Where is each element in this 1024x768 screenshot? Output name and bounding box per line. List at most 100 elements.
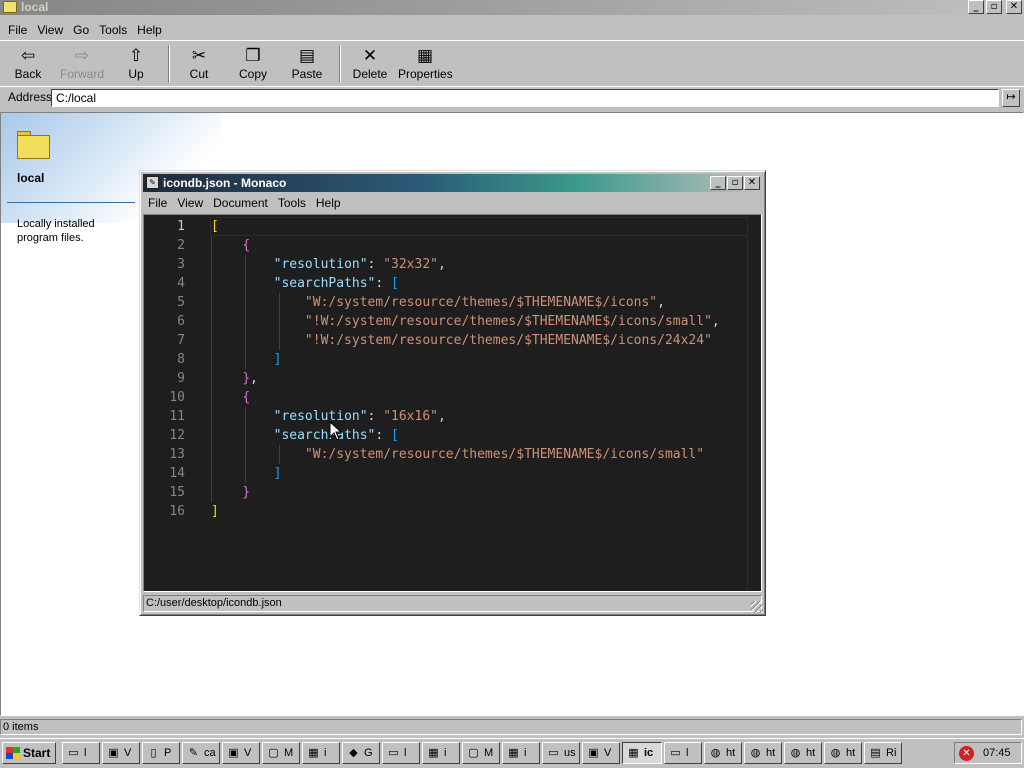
indent-guide	[211, 445, 212, 464]
properties-label: Properties	[398, 67, 453, 81]
menu-tools[interactable]: Tools	[94, 20, 132, 40]
code-area[interactable]: [ { "resolution": "32x32", "searchPaths"…	[211, 217, 761, 521]
code-line[interactable]: },	[211, 369, 761, 388]
maximize-button[interactable]: ▫	[986, 0, 1002, 14]
minimize-button[interactable]: _	[968, 0, 984, 14]
editor-menu-document[interactable]: Document	[208, 193, 273, 213]
line-number: 6	[177, 314, 185, 329]
address-input[interactable]: C:/local	[51, 89, 999, 107]
code-token: "searchPaths"	[273, 428, 376, 443]
code-line[interactable]: {	[211, 388, 761, 407]
taskbar-button[interactable]: ▦ i	[502, 742, 540, 764]
code-line[interactable]: "!W:/system/resource/themes/$THEMENAME$/…	[211, 331, 761, 350]
line-number: 12	[169, 428, 185, 443]
taskbar-button[interactable]: ▦ ic	[622, 742, 662, 764]
code-line[interactable]: "W:/system/resource/themes/$THEMENAME$/i…	[211, 445, 761, 464]
delete-x-icon: ✕	[362, 46, 378, 66]
taskbar-button[interactable]: ▣ V	[222, 742, 260, 764]
start-button[interactable]: Start	[2, 742, 56, 764]
code-token: :	[375, 276, 392, 291]
go-button[interactable]: ↦	[1002, 89, 1020, 107]
editor-close-button[interactable]: ✕	[744, 176, 760, 190]
taskbar-button-label: ht	[766, 747, 776, 759]
error-icon[interactable]: ✕	[959, 746, 974, 761]
editor-menu-file[interactable]: File	[143, 193, 172, 213]
code-line[interactable]: }	[211, 483, 761, 502]
paste-button[interactable]: ▤ Paste	[281, 45, 333, 81]
taskbar-button[interactable]: ▣ V	[582, 742, 620, 764]
taskbar-button[interactable]: ▭ l	[62, 742, 100, 764]
code-line[interactable]: "W:/system/resource/themes/$THEMENAME$/i…	[211, 293, 761, 312]
back-button[interactable]: ⇦ Back	[2, 45, 54, 81]
editor-minimize-button[interactable]: _	[710, 176, 726, 190]
copy-button[interactable]: ❐ Copy	[227, 45, 279, 81]
code-token: ,	[438, 257, 446, 272]
indent-guide	[211, 274, 212, 293]
taskbar-button[interactable]: ▦ i	[422, 742, 460, 764]
taskbar-button-label: ic	[644, 747, 654, 759]
editor-menu-help[interactable]: Help	[311, 193, 346, 213]
taskbar-button[interactable]: ◍ ht	[824, 742, 862, 764]
code-line[interactable]: "resolution": "16x16",	[211, 407, 761, 426]
code-editor[interactable]: 1 2 3 4 5 6 7 8 9 10 11 12 13 14 15 16 [ { "resolution"…	[143, 214, 762, 592]
resize-grip[interactable]	[751, 601, 763, 613]
taskbar-button[interactable]: ▢ M	[462, 742, 500, 764]
back-arrow-icon: ⇦	[20, 46, 36, 66]
menu-help[interactable]: Help	[132, 20, 167, 40]
close-button[interactable]: ✕	[1006, 0, 1022, 14]
code-line[interactable]: {	[211, 236, 761, 255]
folder-icon: ▭	[670, 746, 681, 760]
code-line[interactable]: "searchPaths": [	[211, 274, 761, 293]
editor-window[interactable]: ✎ icondb.json - Monaco _ ▫ ✕ File View D…	[139, 170, 766, 616]
taskbar-button[interactable]: ◍ ht	[704, 742, 742, 764]
up-button[interactable]: ⇧ Up	[110, 45, 162, 81]
taskbar-button[interactable]: ▦ i	[302, 742, 340, 764]
taskbar-button[interactable]: ◍ ht	[744, 742, 782, 764]
indent-guide	[211, 464, 212, 483]
taskbar-button[interactable]: ▭ l	[664, 742, 702, 764]
menu-view[interactable]: View	[32, 20, 68, 40]
taskbar-button[interactable]: ▯ P	[142, 742, 180, 764]
code-token: :	[375, 428, 392, 443]
windows-logo-icon	[6, 747, 20, 759]
folder-icon: ▭	[68, 746, 79, 760]
indent-guide	[245, 426, 246, 445]
explorer-title-bar[interactable]: local _ ▫ ✕	[0, 0, 1024, 15]
editor-title-bar[interactable]: ✎ icondb.json - Monaco _ ▫ ✕	[143, 174, 762, 192]
taskbar-button[interactable]: ▭ l	[382, 742, 420, 764]
code-line[interactable]: "searchPaths": [	[211, 426, 761, 445]
forward-button[interactable]: ⇨ Forward	[56, 45, 108, 81]
editor-scrollbar[interactable]	[747, 215, 761, 591]
taskbar-button[interactable]: ◆ G	[342, 742, 380, 764]
taskbar-button-label: i	[324, 747, 327, 759]
line-number: 8	[177, 352, 185, 367]
code-line[interactable]: "!W:/system/resource/themes/$THEMENAME$/…	[211, 312, 761, 331]
menu-file[interactable]: File	[3, 20, 32, 40]
editor-menu-view[interactable]: View	[172, 193, 208, 213]
code-line[interactable]: ]	[211, 350, 761, 369]
code-line[interactable]: "resolution": "32x32",	[211, 255, 761, 274]
editor-menu-tools[interactable]: Tools	[273, 193, 311, 213]
editor-maximize-button[interactable]: ▫	[727, 176, 743, 190]
menu-go[interactable]: Go	[68, 20, 94, 40]
taskbar-button[interactable]: ▤ Ri	[864, 742, 902, 764]
indent-guide	[211, 369, 212, 388]
code-line[interactable]: [	[211, 217, 761, 236]
delete-label: Delete	[352, 67, 388, 81]
explorer-toolbar: ⇦ Back ⇨ Forward ⇧ Up ✂ Cut ❐ Copy ▤ Pas…	[0, 40, 1024, 86]
indent-guide	[245, 445, 246, 464]
code-line[interactable]: ]	[211, 502, 761, 521]
taskbar-button[interactable]: ▣ V	[102, 742, 140, 764]
properties-button[interactable]: ▦ Properties	[398, 45, 453, 81]
taskbar-button[interactable]: ▭ us	[542, 742, 580, 764]
taskbar-button[interactable]: ▢ M	[262, 742, 300, 764]
taskbar-button[interactable]: ◍ ht	[784, 742, 822, 764]
code-line[interactable]: ]	[211, 464, 761, 483]
cut-button[interactable]: ✂ Cut	[173, 45, 225, 81]
delete-button[interactable]: ✕ Delete	[344, 45, 396, 81]
indent-guide	[245, 464, 246, 483]
taskbar-button[interactable]: ✎ ca	[182, 742, 220, 764]
